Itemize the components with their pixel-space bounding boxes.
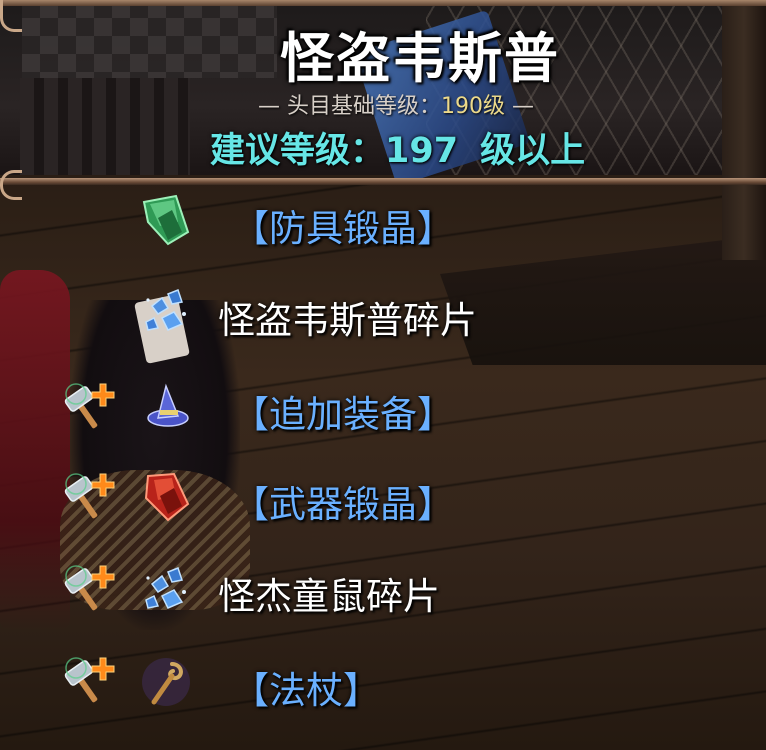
upgrade-hammer-icon[interactable]: [62, 380, 116, 436]
base-level-line: — 头目基础等级：190级 —: [258, 88, 534, 119]
green-crystal-icon[interactable]: [138, 192, 194, 248]
drop-item-name: 【武器锻晶】: [232, 483, 454, 526]
blue-fragments-icon[interactable]: [138, 562, 194, 618]
scroll-ornament-divider: [0, 170, 22, 200]
base-level-suffix: —: [505, 94, 534, 119]
recommended-level-suffix: 级以上: [480, 131, 586, 171]
base-level-prefix: — 头目基础等级：: [258, 94, 441, 119]
base-level-value: 190级: [441, 94, 505, 119]
blue-fragments-icon[interactable]: [138, 284, 194, 340]
recommended-level-value: 197: [385, 131, 459, 171]
drop-item-name: 怪杰童鼠碎片: [218, 575, 440, 618]
drop-item-name: 【防具锻晶】: [232, 207, 454, 250]
recommended-level-line: 建议等级：197 级以上: [210, 122, 585, 173]
drop-item-name: 【追加装备】: [232, 393, 454, 436]
frame-top-border: [0, 0, 766, 6]
wizard-hat-icon[interactable]: [140, 378, 196, 434]
frame-divider: [0, 178, 766, 185]
boss-name-title: 怪盗韦斯普: [280, 27, 560, 90]
red-crystal-icon[interactable]: [138, 468, 194, 524]
red-robed-figure: [0, 270, 70, 630]
recommended-level-label: 建议等级：: [210, 131, 386, 171]
upgrade-hammer-icon[interactable]: [62, 470, 116, 526]
drop-item-name: 【法杖】: [232, 669, 380, 712]
upgrade-hammer-icon[interactable]: [62, 562, 116, 618]
upgrade-hammer-icon[interactable]: [62, 654, 116, 710]
staff-icon[interactable]: [138, 654, 194, 710]
curtain: [20, 78, 190, 178]
drop-item-name: 怪盗韦斯普碎片: [218, 299, 477, 342]
